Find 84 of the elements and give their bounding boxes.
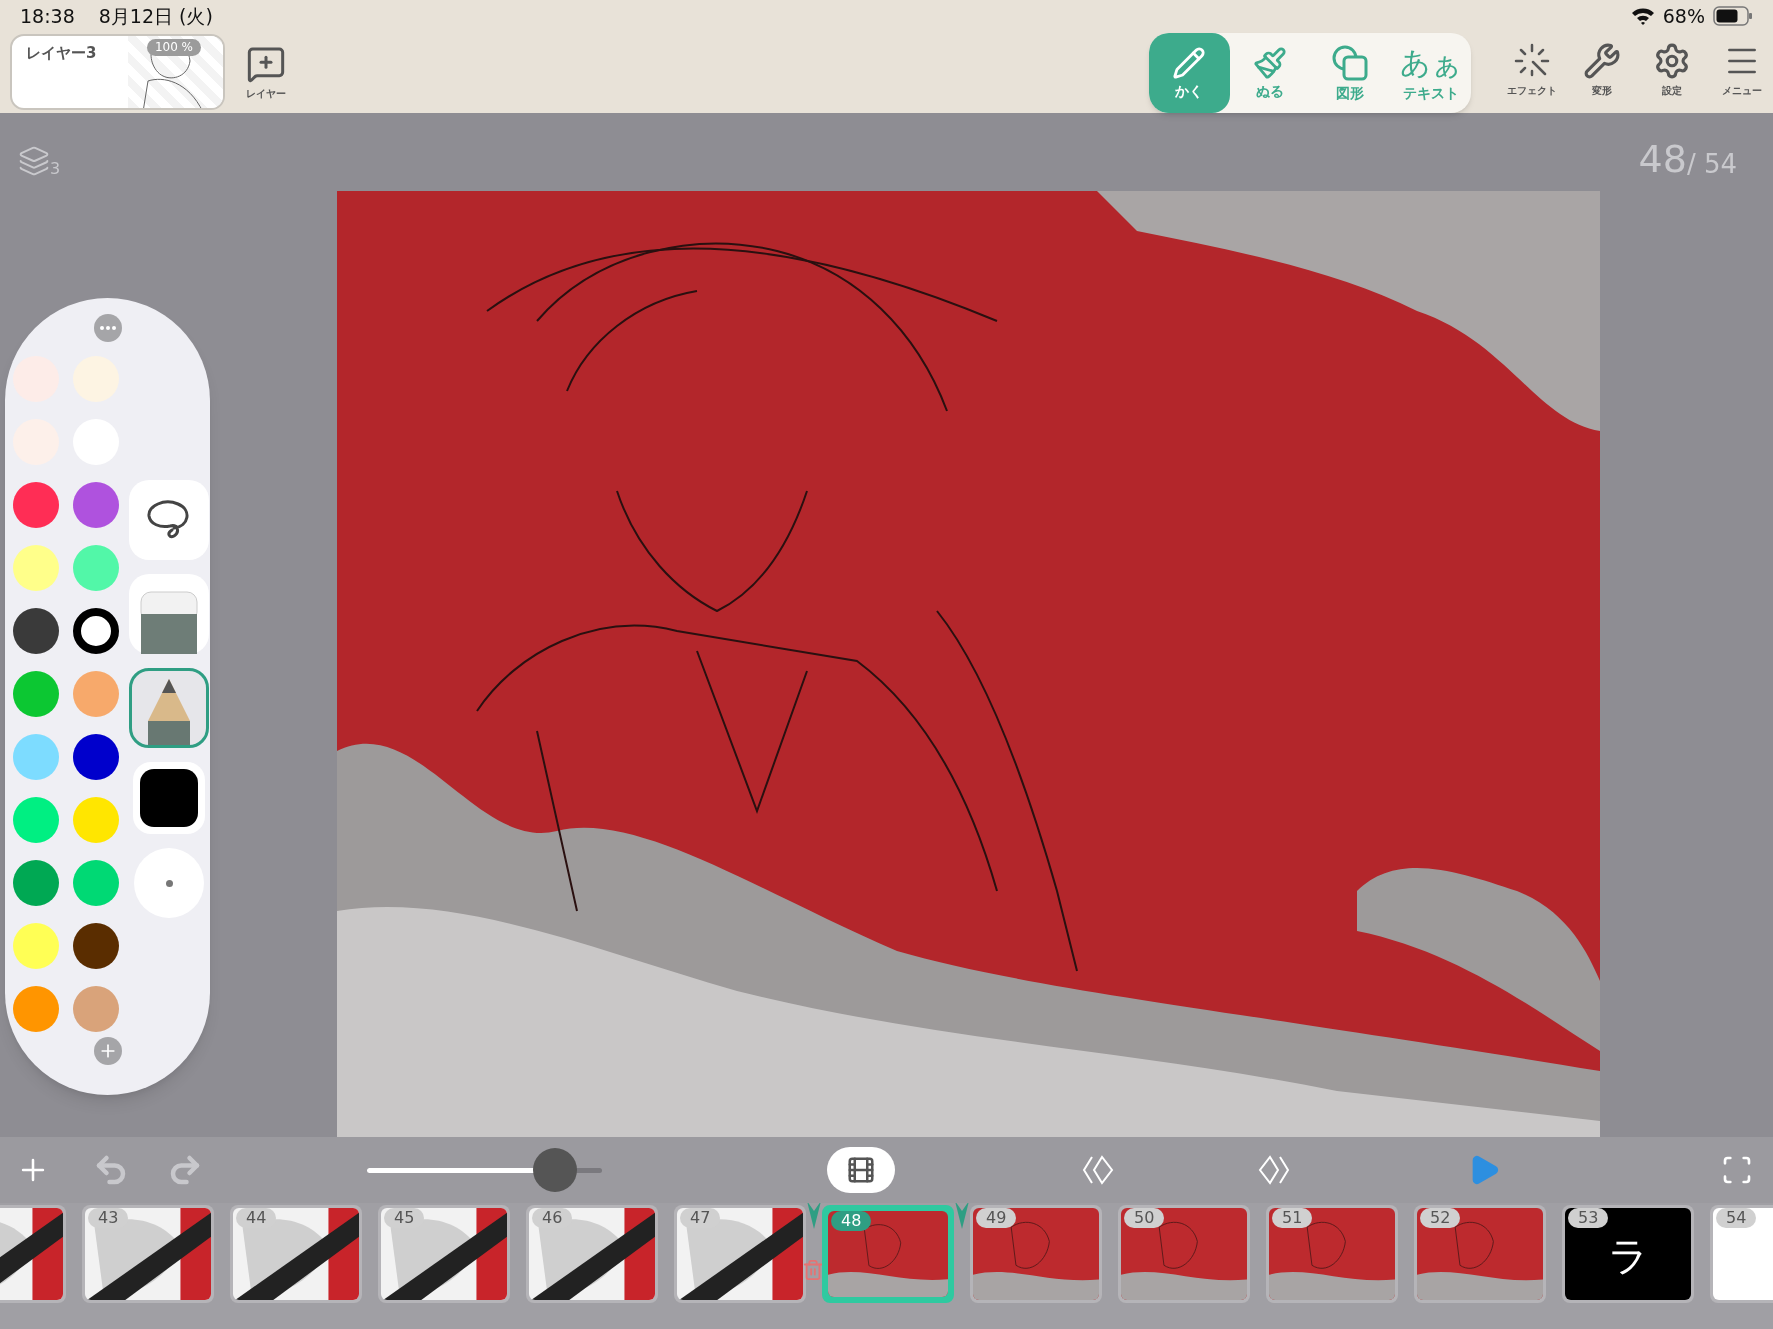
frame-number: 48 [831,1211,872,1231]
color-swatch[interactable] [13,734,59,780]
frame-thumbnail[interactable]: 46 [526,1205,658,1303]
frame-thumbnail[interactable]: 43 [82,1205,214,1303]
frame-number: 49 [976,1208,1017,1228]
color-swatch[interactable] [73,545,119,591]
pencil-tool[interactable] [129,668,209,748]
tool-tab[interactable]: かく [1149,33,1230,113]
color-swatch[interactable] [73,482,119,528]
frame-thumbnail[interactable]: 47 [674,1205,806,1303]
status-time: 18:38 [20,3,75,29]
eraser-tool[interactable] [129,574,209,654]
frame-number: 50 [1124,1208,1165,1228]
battery-icon [1713,6,1753,26]
add-color-button[interactable] [93,1037,122,1065]
frame-number: 51 [1272,1208,1313,1228]
shapes-icon [1330,44,1371,82]
frame-thumbnail[interactable]: 48 [822,1205,954,1303]
toolbar-action[interactable]: 変形 [1571,42,1633,98]
brush-icon [1252,46,1287,80]
color-swatch[interactable] [13,608,59,654]
wrench-icon [1583,42,1621,80]
frame-number: 43 [88,1208,129,1228]
color-swatch[interactable] [73,860,119,906]
more-icon [99,326,116,330]
color-swatch[interactable] [73,986,119,1032]
layers-icon[interactable] [18,145,50,177]
wifi-icon [1630,7,1655,25]
frame-thumbnail[interactable]: 44 [230,1205,362,1303]
frame-number: 47 [680,1208,721,1228]
frame-current: 48 [1638,139,1687,179]
color-swatch[interactable] [13,482,59,528]
color-swatch[interactable] [73,797,119,843]
frame-thumbnail[interactable]: 50 [1118,1205,1250,1303]
settings-icon [1653,42,1691,80]
layer-card[interactable]: レイヤー3 100 % [10,34,225,110]
film-button[interactable] [827,1147,895,1193]
color-swatch[interactable] [13,545,59,591]
frame-number: 45 [384,1208,425,1228]
more-button[interactable] [93,314,122,342]
color-swatch[interactable] [73,734,119,780]
frame-thumbnail[interactable]: 53 ラ [1562,1205,1694,1303]
eraser-icon [139,590,199,654]
layer-name: レイヤー3 [26,43,97,64]
delete-icon[interactable] [802,1257,824,1283]
toolbar-action[interactable]: エフェクト [1501,42,1563,98]
frame-thumbnail[interactable]: 51 [1266,1205,1398,1303]
toolbar-action[interactable]: 設定 [1641,42,1703,98]
tool-tab[interactable]: ぬる [1229,33,1310,113]
double-chevron-left-icon [1082,1155,1114,1185]
zoom-slider-thumb[interactable] [533,1147,577,1192]
frame-thumbnail[interactable]: 45 [378,1205,510,1303]
frame-thumbnail[interactable]: 49 [970,1205,1102,1303]
add-layer-button[interactable]: レイヤー [245,44,287,101]
color-swatch[interactable] [13,671,59,717]
text-tool-glyph: あぁ [1399,44,1462,82]
color-swatch[interactable] [13,860,59,906]
opacity-badge: 100 % [146,39,201,56]
status-date: 8月12日 (火) [98,3,213,29]
color-swatch[interactable] [73,671,119,717]
frame-total: / 54 [1686,149,1737,179]
frame-text: ラ [1606,1233,1650,1279]
frame-number: 53 [1568,1208,1609,1228]
lasso-tool[interactable] [129,480,209,560]
color-swatch[interactable] [13,986,59,1032]
color-swatch[interactable] [13,356,59,402]
frame-thumbnail[interactable]: 52 [1414,1205,1546,1303]
frame-number: 52 [1420,1208,1461,1228]
tool-tab[interactable]: あぁ テキスト [1390,33,1471,113]
color-swatch[interactable] [73,608,119,654]
frame-thumbnail[interactable]: 54 [1710,1205,1773,1303]
current-color-button[interactable] [133,762,205,834]
pencil-icon [1172,46,1207,80]
color-swatch[interactable] [73,923,119,969]
color-swatch[interactable] [13,923,59,969]
frame-number: 46 [532,1208,573,1228]
tool-tab[interactable]: 図形 [1310,33,1391,113]
double-chevron-right-icon [1258,1155,1290,1185]
frame-number: 44 [236,1208,277,1228]
color-swatch[interactable] [13,797,59,843]
layer-count: 3 [50,161,61,177]
toolbar-action[interactable]: メニュー [1711,42,1773,98]
frame-number: 54 [1716,1208,1757,1228]
battery-percent: 68% [1662,3,1705,29]
